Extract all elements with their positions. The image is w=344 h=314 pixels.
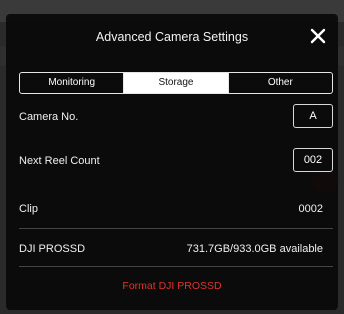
storage-row: DJI PROSSD 731.7GB/933.0GB available <box>19 234 333 266</box>
dialog-header: Advanced Camera Settings <box>6 14 338 62</box>
divider <box>19 228 333 229</box>
clip-value: 0002 <box>298 203 323 215</box>
format-ssd-button[interactable]: Format DJI PROSSD <box>6 280 338 292</box>
next-reel-count-field[interactable]: 002 <box>293 148 333 172</box>
storage-label: DJI PROSSD <box>19 243 86 255</box>
next-reel-count-label: Next Reel Count <box>19 155 100 167</box>
next-reel-count-row: Next Reel Count 002 <box>19 146 333 178</box>
advanced-camera-settings-dialog: Advanced Camera Settings Monitoring Stor… <box>6 14 338 310</box>
storage-available-value: 731.7GB/933.0GB available <box>186 243 323 255</box>
camera-number-row: Camera No. A <box>19 102 333 134</box>
settings-tabs: Monitoring Storage Other <box>19 72 333 94</box>
clip-label: Clip <box>19 203 38 215</box>
camera-number-label: Camera No. <box>19 111 79 123</box>
close-icon <box>310 28 326 44</box>
clip-row: Clip 0002 <box>19 194 333 226</box>
camera-number-field[interactable]: A <box>293 104 333 128</box>
tab-storage[interactable]: Storage <box>124 73 229 93</box>
dialog-title: Advanced Camera Settings <box>95 30 249 44</box>
tab-monitoring[interactable]: Monitoring <box>20 73 125 93</box>
tab-other[interactable]: Other <box>229 73 332 93</box>
divider <box>19 266 333 267</box>
close-button[interactable] <box>306 24 330 48</box>
